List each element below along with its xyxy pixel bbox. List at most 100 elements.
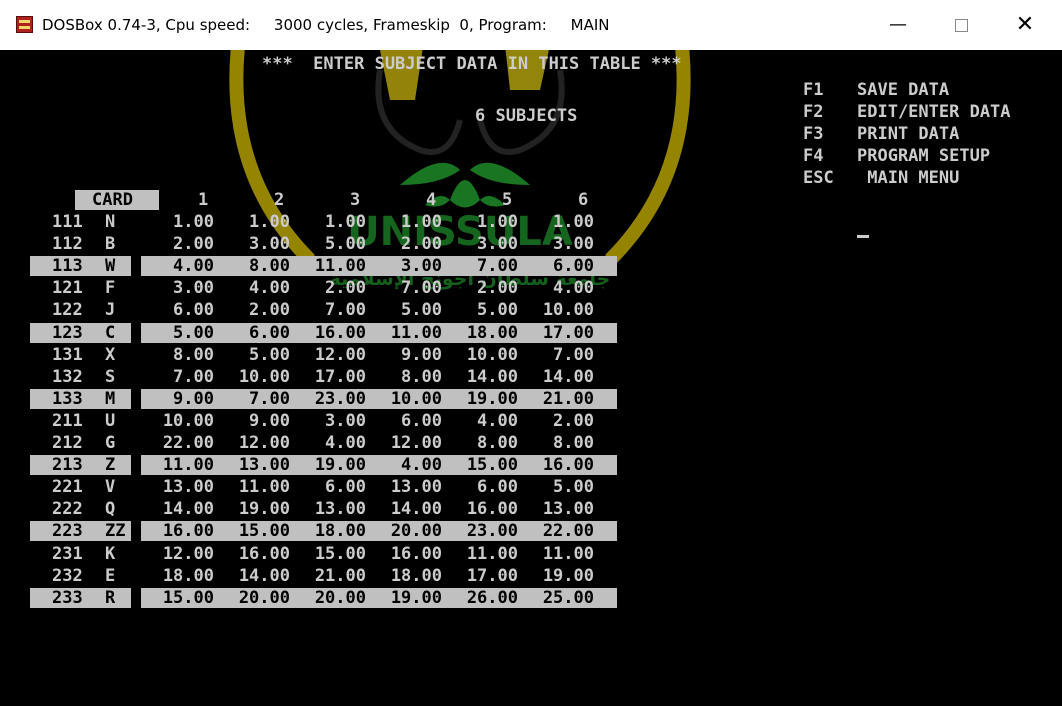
value-cell[interactable]: 1.00 xyxy=(302,212,366,232)
value-cell[interactable]: 16.00 xyxy=(454,499,518,519)
value-cell[interactable]: 3.00 xyxy=(226,234,290,254)
value-cell[interactable]: 3.00 xyxy=(302,411,366,431)
table-row[interactable]: 221 V 13.00 11.00 6.00 13.00 6.00 5.00 xyxy=(0,477,640,497)
value-cell[interactable]: 15.00 xyxy=(454,455,518,475)
value-cell[interactable]: 11.00 xyxy=(302,256,366,276)
value-cell[interactable]: 10.00 xyxy=(454,345,518,365)
value-cell[interactable]: 20.00 xyxy=(226,588,290,608)
value-cell[interactable]: 1.00 xyxy=(226,212,290,232)
card-cell[interactable]: 223 ZZ xyxy=(30,521,131,542)
value-cell[interactable]: 22.00 xyxy=(530,521,594,541)
value-cell[interactable]: 12.00 xyxy=(302,345,366,365)
table-row[interactable]: 133 M 9.00 7.00 23.00 10.00 19.00 21.00 xyxy=(0,388,640,409)
table-row[interactable]: 232 E 18.00 14.00 21.00 18.00 17.00 19.00 xyxy=(0,566,640,586)
value-cell[interactable]: 8.00 xyxy=(454,433,518,453)
value-cell[interactable]: 3.00 xyxy=(378,256,442,276)
card-cell[interactable]: 232 E xyxy=(30,566,131,586)
value-cell[interactable]: 3.00 xyxy=(150,278,214,298)
value-cell[interactable]: 19.00 xyxy=(530,566,594,586)
value-cell[interactable]: 6.00 xyxy=(454,477,518,497)
value-cell[interactable]: 13.00 xyxy=(150,477,214,497)
card-cell[interactable]: 231 K xyxy=(30,544,131,564)
value-cell[interactable]: 19.00 xyxy=(226,499,290,519)
value-cell[interactable]: 7.00 xyxy=(150,367,214,387)
value-cell[interactable]: 4.00 xyxy=(226,278,290,298)
value-cell[interactable]: 13.00 xyxy=(226,455,290,475)
card-cell[interactable]: 211 U xyxy=(30,411,131,431)
card-cell[interactable]: 213 Z xyxy=(30,455,131,476)
value-cell[interactable]: 11.00 xyxy=(226,477,290,497)
menu-key-f1[interactable]: F1 xyxy=(803,80,823,100)
value-cell[interactable]: 3.00 xyxy=(454,234,518,254)
value-cell[interactable]: 4.00 xyxy=(454,411,518,431)
table-row[interactable]: 122 J 6.00 2.00 7.00 5.00 5.00 10.00 xyxy=(0,300,640,320)
card-cell[interactable]: 212 G xyxy=(30,433,131,453)
value-cell[interactable]: 8.00 xyxy=(378,367,442,387)
value-cell[interactable]: 15.00 xyxy=(150,588,214,608)
value-cell[interactable]: 22.00 xyxy=(150,433,214,453)
table-row[interactable]: 112 B 2.00 3.00 5.00 2.00 3.00 3.00 xyxy=(0,234,640,254)
menu-item-edit-enter-data[interactable]: EDIT/ENTER DATA xyxy=(857,102,1011,122)
value-cell[interactable]: 14.00 xyxy=(454,367,518,387)
value-cell[interactable]: 14.00 xyxy=(530,367,594,387)
table-row[interactable]: 131 X 8.00 5.00 12.00 9.00 10.00 7.00 xyxy=(0,345,640,365)
menu-key-f3[interactable]: F3 xyxy=(803,124,823,144)
value-cell[interactable]: 18.00 xyxy=(378,566,442,586)
table-row[interactable]: 212 G 22.00 12.00 4.00 12.00 8.00 8.00 xyxy=(0,433,640,453)
value-cell[interactable]: 14.00 xyxy=(150,499,214,519)
value-cell[interactable]: 16.00 xyxy=(150,521,214,541)
menu-item-save-data[interactable]: SAVE DATA xyxy=(857,80,949,100)
value-cell[interactable]: 16.00 xyxy=(530,455,594,475)
value-cell[interactable]: 18.00 xyxy=(454,323,518,343)
value-cell[interactable]: 4.00 xyxy=(530,278,594,298)
value-cell[interactable]: 13.00 xyxy=(302,499,366,519)
value-cell[interactable]: 17.00 xyxy=(530,323,594,343)
value-cell[interactable]: 6.00 xyxy=(302,477,366,497)
value-cell[interactable]: 13.00 xyxy=(378,477,442,497)
menu-item-main-menu[interactable]: MAIN MENU xyxy=(857,168,959,188)
value-cell[interactable]: 10.00 xyxy=(150,411,214,431)
value-cell[interactable]: 7.00 xyxy=(302,300,366,320)
value-cell[interactable]: 2.00 xyxy=(378,234,442,254)
card-cell[interactable]: 123 C xyxy=(30,322,131,343)
value-cell[interactable]: 19.00 xyxy=(302,455,366,475)
value-cell[interactable]: 4.00 xyxy=(302,433,366,453)
value-cell[interactable]: 11.00 xyxy=(530,544,594,564)
value-cell[interactable]: 5.00 xyxy=(378,300,442,320)
card-cell[interactable]: 221 V xyxy=(30,477,131,497)
value-cell[interactable]: 8.00 xyxy=(530,433,594,453)
value-cell[interactable]: 7.00 xyxy=(226,389,290,409)
value-cell[interactable]: 19.00 xyxy=(454,389,518,409)
value-cell[interactable]: 26.00 xyxy=(454,588,518,608)
value-cell[interactable]: 14.00 xyxy=(226,566,290,586)
value-cell[interactable]: 1.00 xyxy=(454,212,518,232)
card-cell[interactable]: 122 J xyxy=(30,300,131,320)
dos-screen[interactable]: UNISSULA جامعة سلطان أجونج الإسلامية ***… xyxy=(0,50,1062,706)
value-cell[interactable]: 20.00 xyxy=(378,521,442,541)
table-row[interactable]: 223 ZZ 16.00 15.00 18.00 20.00 23.00 22.00 xyxy=(0,521,640,542)
value-cell[interactable]: 18.00 xyxy=(302,521,366,541)
card-cell[interactable]: 113 W xyxy=(30,256,131,277)
value-cell[interactable]: 19.00 xyxy=(378,588,442,608)
card-cell[interactable]: 121 F xyxy=(30,278,131,298)
value-cell[interactable]: 1.00 xyxy=(150,212,214,232)
value-cell[interactable]: 7.00 xyxy=(378,278,442,298)
value-cell[interactable]: 7.00 xyxy=(530,345,594,365)
card-cell[interactable]: 112 B xyxy=(30,234,131,254)
value-cell[interactable]: 5.00 xyxy=(454,300,518,320)
value-cell[interactable]: 21.00 xyxy=(302,566,366,586)
table-row[interactable]: 121 F 3.00 4.00 2.00 7.00 2.00 4.00 xyxy=(0,278,640,298)
value-cell[interactable]: 9.00 xyxy=(150,389,214,409)
dosbox-app-icon[interactable] xyxy=(16,16,33,33)
card-cell[interactable]: 222 Q xyxy=(30,499,131,519)
value-cell[interactable]: 9.00 xyxy=(378,345,442,365)
card-cell[interactable]: 133 M xyxy=(30,388,131,409)
value-cell[interactable]: 25.00 xyxy=(530,588,594,608)
menu-item-program-setup[interactable]: PROGRAM SETUP xyxy=(857,146,990,166)
table-row[interactable]: 123 C 5.00 6.00 16.00 11.00 18.00 17.00 xyxy=(0,322,640,343)
value-cell[interactable]: 12.00 xyxy=(378,433,442,453)
card-cell[interactable]: 132 S xyxy=(30,367,131,387)
value-cell[interactable]: 7.00 xyxy=(454,256,518,276)
minimize-button[interactable]: — xyxy=(867,0,929,50)
value-cell[interactable]: 23.00 xyxy=(454,521,518,541)
